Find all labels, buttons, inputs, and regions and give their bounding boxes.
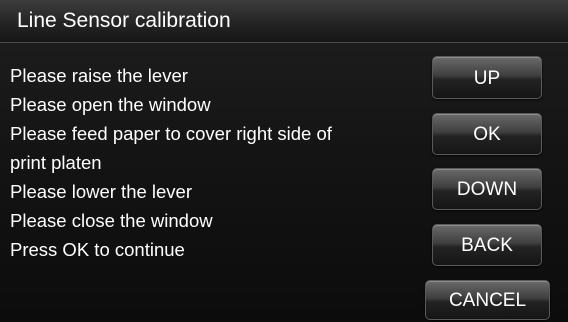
instruction-press-ok: Press OK to continue: [10, 239, 185, 260]
instruction-list: Please raise the lever Please open the w…: [10, 61, 410, 264]
page-title: Line Sensor calibration: [17, 9, 231, 32]
up-button-label: UP: [473, 68, 501, 89]
cancel-button-label: CANCEL: [448, 290, 527, 311]
down-button-label: DOWN: [456, 179, 518, 200]
cancel-button[interactable]: CANCEL: [425, 280, 550, 320]
calibration-screen: Line Sensor calibration Please raise the…: [0, 0, 568, 322]
down-button[interactable]: DOWN: [432, 168, 542, 210]
back-button-label: BACK: [461, 235, 513, 256]
instruction-raise-lever: Please raise the lever: [10, 65, 188, 86]
instruction-lower-lever: Please lower the lever: [10, 181, 193, 202]
back-button[interactable]: BACK: [432, 224, 542, 266]
instruction-close-window: Please close the window: [10, 210, 213, 231]
instruction-open-window: Please open the window: [10, 94, 211, 115]
ok-button[interactable]: OK: [432, 113, 542, 155]
instruction-feed-paper: Please feed paper to cover right side of: [10, 123, 332, 144]
instruction-feed-paper-continued: print platen: [10, 152, 102, 173]
ok-button-label: OK: [473, 124, 501, 145]
up-button[interactable]: UP: [432, 56, 542, 99]
title-bar: Line Sensor calibration: [0, 0, 568, 43]
